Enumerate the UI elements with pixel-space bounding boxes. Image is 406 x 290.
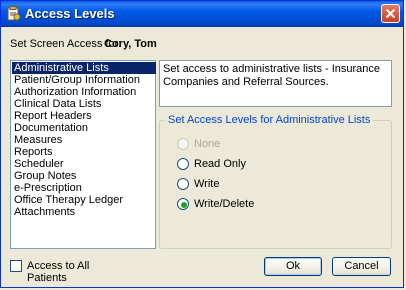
access-levels-group-title: Set Access Levels for Administrative Lis… — [165, 114, 374, 126]
ok-button[interactable]: Ok — [264, 257, 322, 276]
radio-read-only[interactable]: Read Only — [177, 158, 337, 172]
list-item-patient-group-information[interactable]: Patient/Group Information — [12, 74, 156, 86]
access-all-patients-checkbox[interactable]: Access to All Patients — [10, 260, 120, 284]
radio-write-delete-circle[interactable] — [177, 198, 189, 210]
radio-read-only-label: Read Only — [194, 158, 246, 170]
close-icon — [385, 8, 396, 19]
list-item-clinical-data-lists[interactable]: Clinical Data Lists — [12, 98, 156, 110]
radio-write-delete[interactable]: Write/Delete — [177, 198, 337, 212]
radio-write-label: Write — [194, 178, 220, 190]
window-title: Access Levels — [25, 6, 115, 21]
close-button[interactable] — [381, 4, 400, 23]
radio-none-circle — [177, 138, 189, 150]
access-user: Cory, Tom — [104, 38, 157, 50]
radio-read-only-circle[interactable] — [177, 158, 189, 170]
radio-selected-dot — [181, 202, 187, 208]
access-all-patients-box[interactable] — [10, 260, 22, 272]
radio-none-label: None — [194, 138, 221, 150]
radio-write-delete-label: Write/Delete — [194, 198, 255, 210]
description-box: Set access to administrative lists - Ins… — [159, 60, 392, 107]
radio-none: None — [177, 138, 337, 152]
list-item-authorization-information[interactable]: Authorization Information — [12, 86, 156, 98]
list-item-measures[interactable]: Measures — [12, 134, 156, 146]
radio-write[interactable]: Write — [177, 178, 337, 192]
list-item-documentation[interactable]: Documentation — [12, 122, 156, 134]
list-item-scheduler[interactable]: Scheduler — [12, 158, 156, 170]
radio-write-circle[interactable] — [177, 178, 189, 190]
list-item-attachments[interactable]: Attachments — [12, 206, 156, 218]
app-icon — [7, 6, 21, 21]
list-item-group-notes[interactable]: Group Notes — [12, 170, 156, 182]
list-item-report-headers[interactable]: Report Headers — [12, 110, 156, 122]
list-item-administrative-lists[interactable]: Administrative Lists — [12, 62, 156, 74]
list-item-e-prescription[interactable]: e-Prescription — [12, 182, 156, 194]
list-item-reports[interactable]: Reports — [12, 146, 156, 158]
access-all-patients-label: Access to All Patients — [27, 260, 90, 284]
list-item-office-therapy-ledger[interactable]: Office Therapy Ledger — [12, 194, 156, 206]
access-levels-dialog: Access Levels Set Screen Access for: Cor… — [0, 0, 404, 288]
title-bar[interactable]: Access Levels — [1, 1, 403, 27]
cancel-button[interactable]: Cancel — [332, 257, 391, 276]
screen-list[interactable]: Administrative Lists Patient/Group Infor… — [10, 60, 156, 249]
